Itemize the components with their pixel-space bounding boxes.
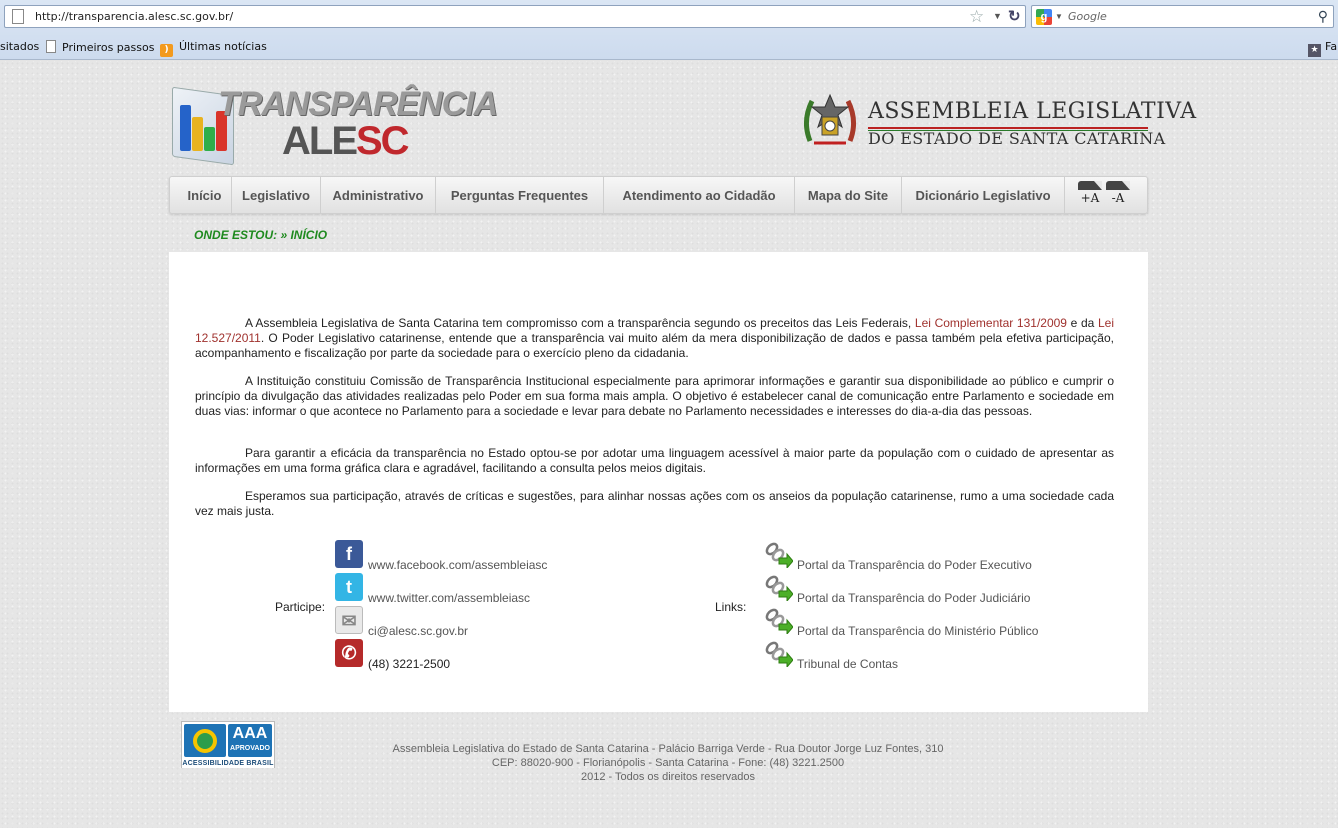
nav-item-perguntas-frequentes[interactable]: Perguntas Frequentes: [436, 177, 604, 213]
footer-address: Assembleia Legislativa do Estado de Sant…: [392, 743, 944, 783]
main-content: A Assembleia Legislativa de Santa Catari…: [169, 252, 1148, 712]
facebook-icon: f: [335, 540, 363, 568]
nav-item-inicio[interactable]: Início: [178, 177, 232, 213]
aaa-approved-seal: AAA APROVADO: [228, 724, 272, 757]
bookmarks-bar: sitados Primeiros passos ) Últimas notíci…: [0, 38, 1338, 57]
accessibility-badge[interactable]: AAA APROVADO ACESSIBILIDADE BRASIL: [181, 721, 275, 768]
bookmark-star-icon[interactable]: ☆: [969, 7, 984, 27]
breadcrumb: ONDE ESTOU: » INÍCIO: [194, 228, 328, 242]
participe-label: Participe:: [275, 600, 326, 614]
lei-complementar-link[interactable]: Lei Complementar 131/2009: [915, 316, 1067, 330]
intro-paragraph-4: Esperamos sua participação, através de c…: [195, 489, 1114, 518]
state-seal-icon: [804, 93, 856, 145]
rss-icon: ): [160, 44, 173, 57]
reload-icon[interactable]: ↻: [1008, 7, 1021, 25]
page-body: TRANSPARÊNCIA ALESC ASSEMBLEIA LEGISLATI…: [0, 61, 1338, 828]
chain-link-icon: [765, 641, 793, 667]
document-icon: [46, 40, 56, 53]
search-engine-dropdown-icon[interactable]: ▼: [1055, 12, 1063, 21]
intro-paragraph-2: A Instituição constituiu Comissão de Tra…: [195, 374, 1114, 418]
main-nav: Início Legislativo Administrativo Pergun…: [169, 176, 1148, 214]
address-text[interactable]: http://transparencia.alesc.sc.gov.br/: [35, 10, 233, 23]
google-icon[interactable]: g: [1036, 9, 1052, 25]
font-tab-icon: [1078, 181, 1102, 190]
nav-item-legislativo[interactable]: Legislativo: [232, 177, 321, 213]
logo-subtitle: ALESC: [282, 119, 410, 163]
font-decrease-button[interactable]: -A: [1106, 181, 1130, 207]
search-icon[interactable]: ⚲: [1318, 8, 1328, 25]
nav-item-dicionario-legislativo[interactable]: Dicionário Legislativo: [902, 177, 1065, 213]
page-icon: [12, 9, 24, 24]
nav-item-atendimento-cidadao[interactable]: Atendimento ao Cidadão: [604, 177, 795, 213]
bookmark-mais-visitados[interactable]: sitados: [0, 40, 39, 53]
address-bar[interactable]: http://transparencia.alesc.sc.gov.br/ ☆ …: [4, 5, 1026, 28]
intro-paragraph-1: A Assembleia Legislativa de Santa Catari…: [195, 316, 1114, 360]
twitter-icon: t: [335, 573, 363, 601]
search-input[interactable]: Google: [1068, 10, 1107, 23]
assembleia-subtitle: DO ESTADO DE SANTA CATARINA: [868, 129, 1166, 148]
browser-chrome: http://transparencia.alesc.sc.gov.br/ ☆ …: [0, 0, 1338, 60]
chain-link-icon: [765, 608, 793, 634]
accessibility-icon: [184, 724, 226, 757]
links-label: Links:: [715, 600, 747, 614]
font-increase-button[interactable]: +A: [1078, 181, 1102, 207]
favorites-icon: ★: [1308, 44, 1321, 57]
assembleia-logo[interactable]: ASSEMBLEIA LEGISLATIVA DO ESTADO DE SANT…: [798, 89, 1196, 159]
bookmark-favoritos[interactable]: ★ Fa: [1308, 40, 1337, 57]
phone-icon: ✆: [335, 639, 363, 667]
font-tab-icon: [1106, 181, 1130, 190]
envelope-icon: ✉: [335, 606, 363, 634]
address-dropdown-icon[interactable]: ▼: [993, 11, 1002, 21]
assembleia-name: ASSEMBLEIA LEGISLATIVA: [868, 99, 1197, 124]
transparencia-alesc-logo[interactable]: TRANSPARÊNCIA ALESC: [172, 85, 498, 167]
search-bar[interactable]: g ▼ Google ⚲: [1031, 5, 1334, 28]
bookmark-primeiros-passos[interactable]: Primeiros passos: [46, 40, 154, 54]
nav-item-mapa-site[interactable]: Mapa do Site: [795, 177, 902, 213]
intro-paragraph-3: Para garantir a eficácia da transparênci…: [195, 446, 1114, 475]
bookmark-ultimas-noticias[interactable]: ) Últimas notícias: [160, 40, 267, 57]
chain-link-icon: [765, 542, 793, 568]
nav-item-administrativo[interactable]: Administrativo: [321, 177, 436, 213]
chain-link-icon: [765, 575, 793, 601]
